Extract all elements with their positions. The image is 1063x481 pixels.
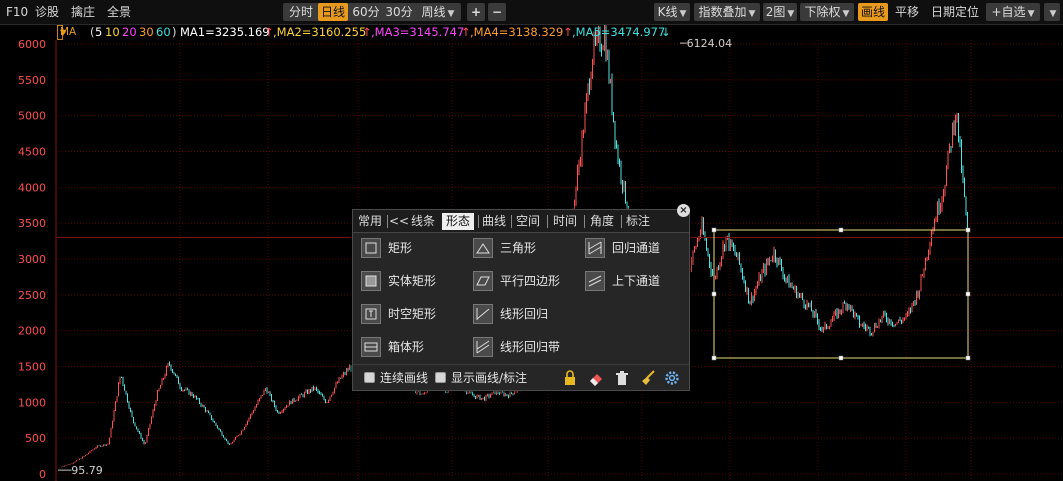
drawing-tools-panel: 常用 << 线条 形态 曲线 空间 时间 角度 标注 矩形 实体矩形 时空矩形 … <box>352 209 690 391</box>
y-tick-label: 5500 <box>18 74 46 87</box>
ma-param-5: 60 <box>156 25 171 39</box>
chevron-down-icon: ▼ <box>787 9 795 19</box>
period-intraday-button[interactable]: 分时 <box>286 3 316 21</box>
y-tick-label: 0 <box>39 468 46 481</box>
continuous-draw-checkbox[interactable] <box>364 372 375 383</box>
y-axis: 0 500 1000 1500 2000 2500 3000 3500 4000 4500 5000… <box>18 38 46 481</box>
broom-icon[interactable] <box>639 369 657 387</box>
solid-rectangle-icon <box>361 271 381 291</box>
tab-time[interactable]: 时间 <box>552 213 578 230</box>
ma-indicator-bar: MA ▼ ( 5 10 20 30 60 ) MA1=3235.169 ↑ ,MA… <box>0 24 1063 40</box>
trash-icon[interactable] <box>613 369 631 387</box>
chevron-down-icon: ▼ <box>1027 9 1035 19</box>
adjust-dropdown[interactable]: 下除权 ▼ <box>800 3 854 21</box>
box-shape-icon <box>361 337 381 357</box>
period-60min-button[interactable]: 60分 <box>351 3 381 21</box>
period-weekly-dropdown[interactable]: 周线 ▼ <box>417 3 459 21</box>
diagnose-link[interactable]: 诊股 <box>35 3 59 21</box>
ma-param-4: 30 <box>139 25 154 39</box>
panel-footer: 连续画线 显示画线/标注 <box>353 364 689 391</box>
pan-button[interactable]: 平移 <box>895 3 919 21</box>
tab-separator <box>621 215 622 228</box>
tab-separator <box>478 215 479 228</box>
ma-param-2: 10 <box>105 25 120 39</box>
tab-common[interactable]: 常用 <box>357 213 383 230</box>
ma-selector[interactable]: MA ▼ <box>57 25 76 40</box>
zoom-out-button[interactable]: − <box>488 3 506 21</box>
period-30min-button[interactable]: 30分 <box>384 3 414 21</box>
date-locate-button[interactable]: 日期定位 <box>931 3 979 21</box>
catch-banker-link[interactable]: 擒庄 <box>71 3 95 21</box>
eraser-icon[interactable] <box>587 369 605 387</box>
tab-lines[interactable]: 线条 <box>410 213 436 230</box>
tab-curves[interactable]: 曲线 <box>481 213 507 230</box>
panorama-link[interactable]: 全景 <box>107 3 131 21</box>
ma5-arrow: ↓ <box>661 25 671 39</box>
close-panel-button[interactable]: × <box>677 204 690 217</box>
gear-icon[interactable] <box>663 369 681 387</box>
ma-param-3: 20 <box>122 25 137 39</box>
show-lines-label: 显示画线/标注 <box>451 371 528 385</box>
ma2-value: ,MA2=3160.255 <box>273 25 367 39</box>
y-tick-label: 3000 <box>18 253 46 266</box>
y-tick-label: 1000 <box>18 396 46 409</box>
ma5-value: ,MA5=3474.977 <box>572 25 666 39</box>
triangle-icon <box>473 238 493 258</box>
chevron-down-icon: ▼ <box>842 9 850 19</box>
tab-angle[interactable]: 角度 <box>589 213 615 230</box>
up-down-channel-icon <box>585 271 605 291</box>
y-tick-label: 1500 <box>18 361 46 374</box>
draw-line-button[interactable]: 画线 <box>858 3 888 21</box>
top-toolbar: F10 诊股 擒庄 全景 分时 日线 60分 30分 周线 ▼ + − K线 ▼ 指… <box>0 0 1063 25</box>
y-tick-label: 3500 <box>18 217 46 230</box>
y-tick-label: 2500 <box>18 289 46 302</box>
ma4-value: ,MA4=3138.329 <box>470 25 564 39</box>
chevron-down-icon: ▼ <box>679 9 687 19</box>
time-space-rectangle-icon <box>361 304 381 324</box>
y-tick-label: 4500 <box>18 146 46 159</box>
show-lines-checkbox[interactable] <box>435 372 446 383</box>
ma1-value: MA1=3235.169 <box>180 25 270 39</box>
y-tick-label: 2000 <box>18 325 46 338</box>
index-overlay-dropdown[interactable]: 指数叠加 ▼ <box>694 3 760 21</box>
lock-icon[interactable] <box>561 369 579 387</box>
y-tick-label: 5000 <box>18 110 46 123</box>
regression-channel-icon <box>585 238 605 258</box>
linear-regression-band-icon <box>473 337 493 357</box>
tab-annotation[interactable]: 标注 <box>625 213 651 230</box>
tab-separator <box>547 215 548 228</box>
layout-dropdown[interactable]: 2图 ▼ <box>763 3 797 21</box>
zoom-in-button[interactable]: + <box>467 3 485 21</box>
linear-regression-icon <box>473 304 493 324</box>
ma3-value: ,MA3=3145.747 <box>371 25 465 39</box>
tab-separator <box>511 215 512 228</box>
y-tick-label: 500 <box>25 432 46 445</box>
drawing-tabs: 常用 << 线条 形态 曲线 空间 时间 角度 标注 <box>353 210 689 233</box>
kline-dropdown[interactable]: K线 ▼ <box>654 3 690 21</box>
chevron-down-icon: ▼ <box>748 9 756 19</box>
ma-params-close: ) <box>172 25 177 39</box>
chevron-down-icon: ▼ <box>1049 9 1057 19</box>
parallelogram-icon <box>473 271 493 291</box>
toolbar-expand-button[interactable]: ▼ <box>1044 3 1060 21</box>
ma-param-1: 5 <box>95 25 103 39</box>
tab-separator <box>584 215 585 228</box>
y-tick-label: 4000 <box>18 181 46 194</box>
ma-params-open: ( <box>90 25 95 39</box>
tab-separator <box>387 215 388 228</box>
watchlist-dropdown[interactable]: +自选 ▼ <box>986 3 1040 21</box>
rectangle-handles <box>711 227 971 361</box>
chevron-down-icon: ▼ <box>447 9 455 19</box>
rectangle-icon <box>361 238 381 258</box>
start-annotation: ──95.79 <box>58 464 103 477</box>
tab-collapse-button[interactable]: << <box>389 213 409 230</box>
tab-shapes[interactable]: 形态 <box>442 213 474 230</box>
period-daily-button[interactable]: 日线 <box>318 3 348 21</box>
tab-space[interactable]: 空间 <box>515 213 541 230</box>
f10-link[interactable]: F10 <box>6 3 28 21</box>
continuous-draw-label: 连续画线 <box>380 371 429 385</box>
